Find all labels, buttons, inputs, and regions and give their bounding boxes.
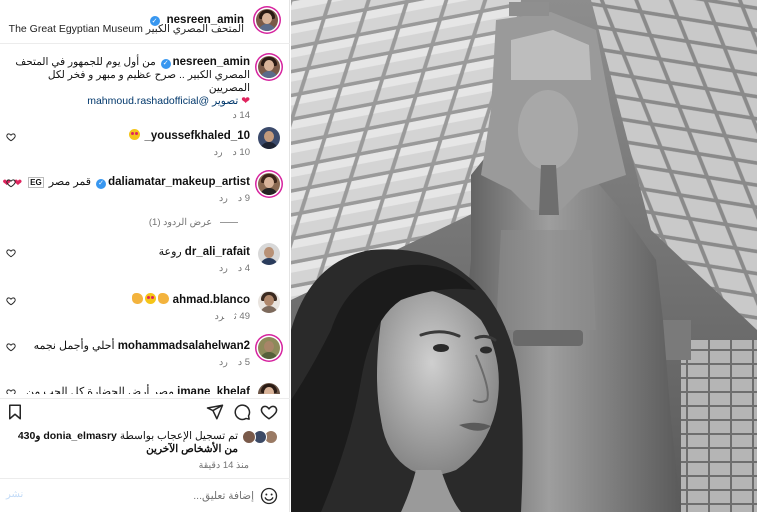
- caption-line-2: المصري الكبير .. صرح عظيم و مبهر و فخر ل…: [47, 69, 250, 94]
- like-comment-heart-icon[interactable]: [6, 388, 16, 394]
- comment-item: dr_ali_rafait روعة 4 د رد: [0, 242, 290, 278]
- comment-text: dr_ali_rafait روعة: [159, 245, 250, 258]
- comment-input[interactable]: [30, 488, 254, 504]
- comment-item: imane_khelaf مصر أرض الحضارة كل الحب من: [0, 382, 290, 394]
- emoji-icon[interactable]: [260, 487, 278, 505]
- likes-text: تم تسجيل الإعجاب بواسطة donia_elmasry و4…: [6, 430, 238, 456]
- comment-text: daliamatar_makeup_artist✓ قمر مصر EG ❤ ❤…: [0, 175, 250, 189]
- comment-text: ahmad.blanco: [131, 293, 250, 306]
- caption-heart-emoji: ❤: [241, 95, 250, 107]
- museum-photo-image: [291, 0, 757, 512]
- author-avatar[interactable]: [256, 9, 278, 31]
- location-label[interactable]: The Great Egyptian Museum المتحف المصري …: [9, 23, 244, 35]
- caption: nesreen_amin✓ من أول يوم للجمهور في المت…: [0, 54, 290, 121]
- caption-text: nesreen_amin✓ من أول يوم للجمهور في المت…: [10, 56, 250, 108]
- comment-item: ahmad.blanco 49 ث رد: [0, 290, 290, 326]
- reply-button[interactable]: رد: [214, 147, 223, 158]
- like-comment-heart-icon[interactable]: [6, 248, 16, 258]
- caption-line-1: من أول يوم للجمهور في المتحف: [15, 56, 156, 68]
- post-header: nesreen_amin ✓ The Great Egyptian Museum…: [0, 0, 290, 44]
- view-replies-button[interactable]: عرض الردود (1): [108, 217, 238, 228]
- view-replies-label: عرض الردود (1): [148, 217, 212, 228]
- comment-meta: 49 ث رد: [205, 311, 250, 322]
- caption-time: 14 د: [232, 110, 250, 121]
- like-comment-heart-icon[interactable]: [6, 132, 16, 142]
- reply-button[interactable]: رد: [219, 357, 228, 368]
- like-comment-heart-icon[interactable]: [6, 296, 16, 306]
- egypt-flag-icon: EG: [28, 177, 44, 188]
- comment-icon[interactable]: [233, 403, 251, 421]
- like-comment-heart-icon[interactable]: [6, 178, 16, 188]
- comment-body: روعة: [158, 246, 182, 258]
- comment-username[interactable]: daliamatar_makeup_artist: [108, 176, 250, 188]
- action-bar: [0, 398, 290, 424]
- comment-username[interactable]: imane_khelaf: [177, 386, 250, 394]
- clap-emoji-icon: [131, 293, 143, 304]
- comment-avatar[interactable]: [258, 173, 280, 195]
- comment-time: 10 د: [232, 147, 250, 158]
- comment-meta: 9 د رد: [209, 193, 250, 204]
- heart-eyes-emoji-icon: [129, 129, 141, 140]
- comment-body: قمر مصر: [48, 176, 92, 188]
- comment-composer: نشر: [0, 478, 290, 512]
- comment-avatar[interactable]: [258, 127, 280, 149]
- comment-avatar[interactable]: [258, 291, 280, 313]
- comment-meta: 4 د رد: [209, 263, 250, 274]
- comment-meta: 10 د رد: [204, 147, 250, 158]
- comment-username[interactable]: ahmad.blanco: [173, 294, 250, 306]
- liker-avatar[interactable]: [242, 430, 256, 444]
- comment-body: أحلي وأجمل نجمه: [33, 340, 115, 352]
- comment-item: mohammadsalahelwan2 أحلي وأجمل نجمه 5 د ر…: [0, 336, 290, 372]
- post-comment-button[interactable]: نشر: [6, 489, 23, 500]
- comment-text: imane_khelaf مصر أرض الحضارة كل الحب من: [26, 385, 250, 394]
- post-photo[interactable]: [291, 0, 757, 512]
- comment-time: 4 د: [237, 263, 250, 274]
- comment-text: youssefkhaled_10_: [128, 129, 250, 142]
- comment-username[interactable]: dr_ali_rafait: [185, 246, 250, 258]
- bookmark-icon[interactable]: [6, 403, 24, 421]
- verified-badge-icon: ✓: [96, 179, 107, 189]
- verified-badge-icon: ✓: [160, 59, 171, 69]
- comment-username[interactable]: youssefkhaled_10_: [145, 130, 251, 142]
- clap-emoji-icon: [157, 293, 169, 304]
- comment-meta: 5 د رد: [209, 357, 250, 368]
- heart-icon[interactable]: [260, 403, 278, 421]
- likes-prefix: تم تسجيل الإعجاب بواسطة: [119, 430, 238, 442]
- comment-text: mohammadsalahelwan2 أحلي وأجمل نجمه: [34, 339, 250, 352]
- comment-avatar[interactable]: [258, 337, 280, 359]
- comment-body: مصر أرض الحضارة كل الحب من: [25, 386, 175, 394]
- divider-line: [220, 222, 238, 223]
- reply-button[interactable]: رد: [215, 311, 224, 322]
- comment-item: youssefkhaled_10_ 10 د رد: [0, 126, 290, 162]
- comments-list: nesreen_amin✓ من أول يوم للجمهور في المت…: [0, 44, 290, 394]
- like-comment-heart-icon[interactable]: [6, 342, 16, 352]
- heart-eyes-emoji-icon: [144, 293, 156, 304]
- caption-username[interactable]: nesreen_amin: [173, 56, 250, 68]
- comment-time: 9 د: [237, 193, 250, 204]
- reply-button[interactable]: رد: [219, 193, 228, 204]
- post-time-ago[interactable]: منذ 14 دقيقة: [199, 460, 249, 471]
- caption-line-3: تصوير @mahmoud.rashadofficial: [87, 95, 239, 107]
- post-panel: nesreen_amin ✓ The Great Egyptian Museum…: [0, 0, 290, 512]
- comment-avatar[interactable]: [258, 243, 280, 265]
- share-icon[interactable]: [206, 403, 224, 421]
- reply-button[interactable]: رد: [219, 263, 228, 274]
- comment-item: daliamatar_makeup_artist✓ قمر مصر EG ❤ ❤…: [0, 172, 290, 208]
- comment-avatar[interactable]: [258, 383, 280, 394]
- likes-summary: تم تسجيل الإعجاب بواسطة donia_elmasry و4…: [0, 428, 290, 458]
- comment-time: 5 د: [237, 357, 250, 368]
- caption-avatar[interactable]: [258, 56, 280, 78]
- comment-username[interactable]: mohammadsalahelwan2: [118, 340, 250, 352]
- liker-username[interactable]: donia_elmasry: [43, 430, 117, 442]
- comment-time: 49 ث: [234, 311, 250, 322]
